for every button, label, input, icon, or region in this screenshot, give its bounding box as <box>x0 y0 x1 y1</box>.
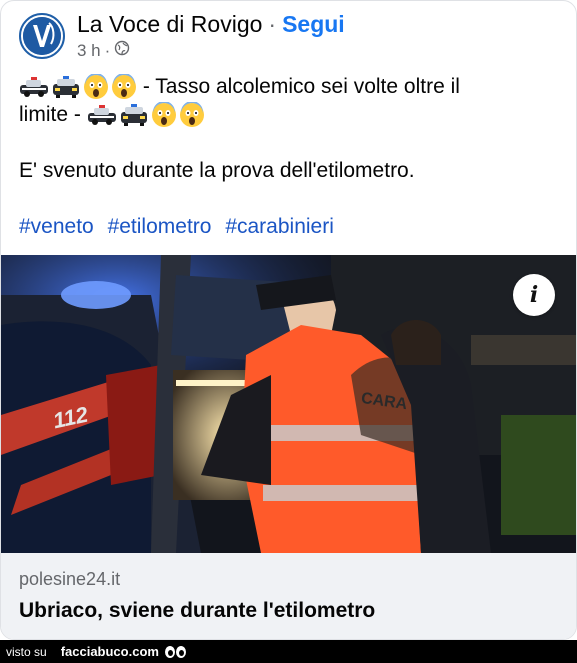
oncoming-police-car-icon <box>53 76 79 99</box>
info-icon: i <box>529 282 539 308</box>
post-text-line1: - Tasso alcolemico sei volte oltre il <box>142 75 460 98</box>
post-paragraph: E' svenuto durante la prova dell'etilome… <box>19 159 415 182</box>
police-car-icon <box>20 77 48 98</box>
face-screaming-in-fear-icon <box>84 74 108 100</box>
link-domain: polesine24.it <box>19 569 121 589</box>
face-screaming-in-fear-icon <box>179 102 204 128</box>
watermark-bar: visto su facciabuco.com <box>0 640 577 663</box>
face-screaming-in-fear-icon <box>151 102 176 128</box>
page-avatar[interactable] <box>19 13 65 59</box>
eyes-logo-icon <box>164 645 186 658</box>
post-text-line2: limite - <box>19 103 81 126</box>
hashtag-row: #veneto #etilometro #carabinieri <box>19 215 342 239</box>
hashtag-link[interactable]: #carabinieri <box>225 215 334 238</box>
globe-icon <box>114 40 130 61</box>
link-preview[interactable]: polesine24.it Ubriaco, sviene durante l'… <box>1 553 576 639</box>
oncoming-police-car-icon <box>120 104 147 127</box>
page-name-link[interactable]: La Voce di Rovigo <box>77 11 262 37</box>
follow-button[interactable]: Segui <box>282 11 345 37</box>
post-card: La Voce di Rovigo · Segui 3 h · - Tasso al… <box>0 0 577 640</box>
link-preview-image[interactable]: 112 CARA <box>1 255 576 553</box>
police-car-icon <box>87 105 116 126</box>
page-name-line: La Voce di Rovigo · Segui <box>77 11 345 38</box>
avatar-logo-icon <box>23 17 61 55</box>
hashtag-link[interactable]: #veneto <box>19 215 94 238</box>
separator: · <box>268 11 277 37</box>
info-button[interactable]: i <box>513 274 555 316</box>
time-separator: · <box>104 40 111 60</box>
emoji-group-1 <box>19 74 137 100</box>
watermark-visto: visto su <box>6 644 47 659</box>
post-header: La Voce di Rovigo · Segui 3 h · <box>19 11 559 67</box>
post-time[interactable]: 3 h <box>77 41 101 61</box>
link-title: Ubriaco, sviene durante l'etilometro <box>19 599 376 622</box>
watermark-brand: facciabuco.com <box>60 644 159 659</box>
hashtag-link[interactable]: #etilometro <box>108 215 212 238</box>
emoji-group-2 <box>87 102 205 128</box>
post-text: - Tasso alcolemico sei volte oltre il li… <box>19 73 559 129</box>
face-screaming-in-fear-icon <box>112 74 136 100</box>
post-meta: 3 h · <box>77 40 130 61</box>
